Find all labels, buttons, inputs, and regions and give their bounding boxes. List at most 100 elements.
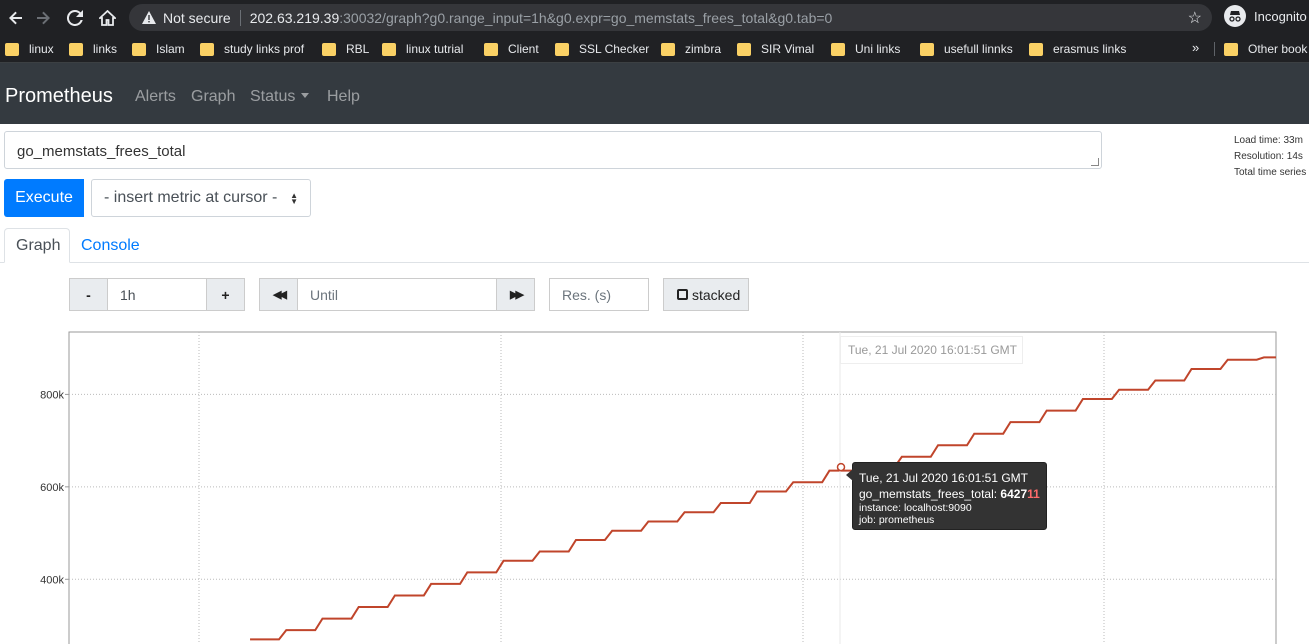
address-bar[interactable]: Not secure 202.63.219.39 :30032/graph?g0… [129,4,1212,31]
data-tooltip: Tue, 21 Jul 2020 16:01:51 GMT go_memstat… [846,462,1047,530]
bookmark-folder[interactable]: links [69,35,117,63]
nav-status[interactable]: Status [250,88,310,106]
home-icon[interactable] [91,2,123,34]
bookmark-folder[interactable]: SSL Checker [555,35,649,63]
stat-resolution: Resolution: 14s [1234,151,1303,162]
bookmark-folder[interactable]: Islam [132,35,185,63]
tooltip-value-prefix: 6427 [1000,487,1028,501]
folder-icon [382,42,396,56]
bookmark-label: Client [508,42,539,56]
checkbox-icon [677,289,688,300]
hover-point [836,462,846,472]
prometheus-navbar: Prometheus Alerts Graph Status Help [0,63,1309,124]
bookmark-label: RBL [346,42,370,56]
insert-metric-label: - insert metric at cursor - [104,189,278,206]
plot-frame [68,331,1277,644]
tab-console[interactable]: Console [70,228,151,263]
folder-icon [484,42,498,56]
tabs-divider [0,262,1309,263]
folder-icon [555,42,569,56]
forward-arrow-icon[interactable] [27,2,59,34]
until-input[interactable]: Until [297,278,497,311]
series-line [250,356,1276,641]
bookmark-folder[interactable]: Client [484,35,539,63]
other-bookmarks[interactable]: Other book [1224,35,1307,63]
tab-graph[interactable]: Graph [4,228,70,263]
y-tick-label: 400k [40,574,64,586]
nav-graph[interactable]: Graph [191,88,235,106]
folder-icon [1029,42,1043,56]
insert-metric-select[interactable]: - insert metric at cursor - ▲ ▼ [91,179,311,217]
bookmarks-divider [1214,42,1215,56]
folder-icon [920,42,934,56]
expression-input[interactable]: go_memstats_frees_total [4,131,1102,169]
bookmark-folder[interactable]: erasmus links [1029,35,1126,63]
omnibox-divider [239,9,241,26]
select-arrows-icon: ▲ ▼ [290,191,298,206]
nav-help[interactable]: Help [327,88,360,106]
range-increase-button[interactable]: + [206,278,245,311]
time-back-button[interactable]: ◀◀ [259,278,298,311]
y-tick-label: 600k [40,482,64,494]
metric-graph[interactable]: 400k 600k 800k [0,320,1309,644]
tooltip-job: job: prometheus [859,514,935,526]
tooltip-metric: go_memstats_frees_total: 642711 [859,486,1040,502]
bookmark-label: usefull linnks [944,42,1013,56]
tooltip-instance: instance: localhost:9090 [859,502,972,514]
brand-logo[interactable]: Prometheus [5,85,113,108]
bookmark-label: Islam [156,42,185,56]
folder-icon [661,42,675,56]
bookmark-folder[interactable]: RBL [322,35,369,63]
tooltip-time: Tue, 21 Jul 2020 16:01:51 GMT [859,471,1028,485]
caret-down-icon [301,93,310,98]
url-host: 202.63.219.39 [249,9,340,26]
range-input[interactable]: 1h [107,278,207,311]
bookmark-folder[interactable]: SIR Vimal [737,35,814,63]
warning-icon [141,10,157,26]
hover-time-label: Tue, 21 Jul 2020 16:01:51 GMT [840,336,1023,364]
tooltip-arrow [846,469,853,481]
bookmark-folder[interactable]: zimbra [661,35,721,63]
bookmark-label: SSL Checker [579,42,650,56]
bookmarks-overflow-icon[interactable]: » [1192,40,1199,55]
bookmark-label: study links prof [224,42,305,56]
bookmark-label: zimbra [685,42,722,56]
nav-status-label: Status [250,88,296,105]
resolution-input[interactable]: Res. (s) [549,278,649,311]
bookmark-label: SIR Vimal [761,42,815,56]
stat-load-time: Load time: 33m [1234,135,1303,146]
folder-icon [831,42,845,56]
resize-handle-icon[interactable] [1091,158,1099,166]
security-label: Not secure [163,9,231,26]
time-forward-button[interactable]: ▶▶ [496,278,535,311]
query-stats: Load time: 33m Resolution: 14s Total tim… [1234,133,1306,181]
range-decrease-button[interactable]: - [69,278,108,311]
bookmark-folder[interactable]: Uni links [831,35,900,63]
url-path: :30032/graph?g0.range_input=1h&g0.expr=g… [339,9,833,26]
bookmark-folder[interactable]: usefull linnks [920,35,1013,63]
folder-icon [322,42,336,56]
folder-icon [69,42,83,56]
stacked-toggle[interactable]: stacked [663,278,749,311]
bookmark-star-icon[interactable]: ☆ [1188,8,1202,28]
incognito-label: Incognito [1254,8,1307,24]
execute-button[interactable]: Execute [4,179,84,217]
bookmark-folder[interactable]: linux [5,35,54,63]
bookmark-label: Uni links [855,42,901,56]
folder-icon [5,42,19,56]
reload-icon[interactable] [59,2,91,34]
stat-total-series: Total time series [1234,167,1307,178]
bookmark-folder[interactable]: linux tutrial [382,35,463,63]
expression-text: go_memstats_frees_total [17,143,186,160]
folder-icon [132,42,146,56]
bookmark-folder[interactable]: study links prof [200,35,304,63]
incognito-indicator[interactable]: Incognito [1224,5,1307,27]
bookmark-label: linux [29,42,54,56]
bookmark-label: links [93,42,118,56]
browser-toolbar: Not secure 202.63.219.39 :30032/graph?g0… [0,0,1309,35]
bookmark-label: linux tutrial [406,42,464,56]
folder-icon [1224,42,1238,56]
nav-alerts[interactable]: Alerts [135,88,176,106]
incognito-icon [1224,5,1246,27]
stacked-label: stacked [692,286,741,303]
